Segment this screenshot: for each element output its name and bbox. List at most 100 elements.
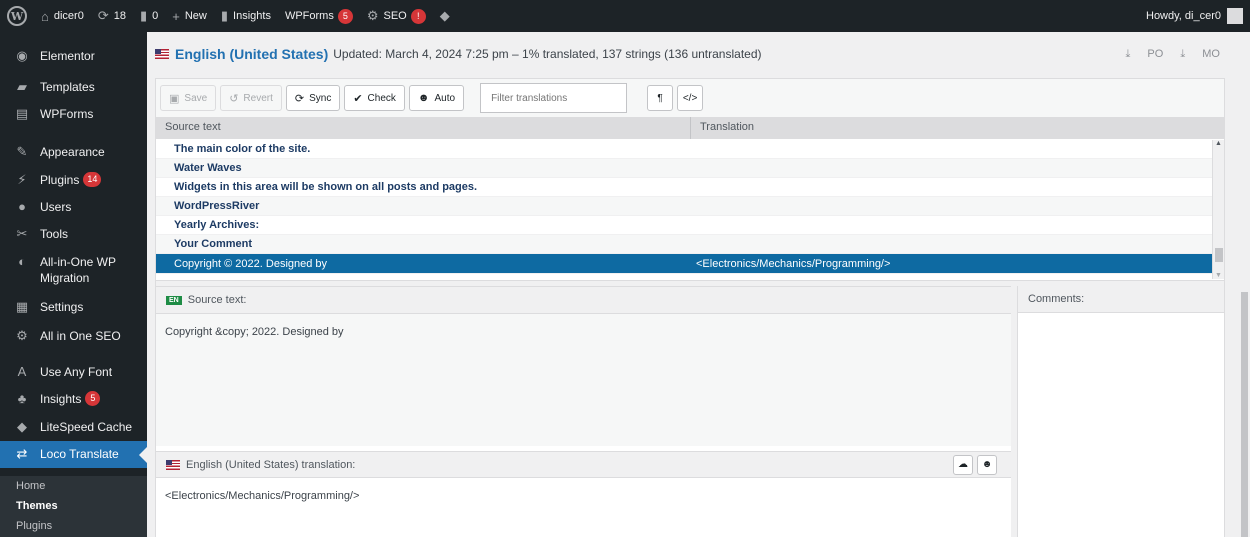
scroll-down-icon[interactable]: ▼ (1215, 272, 1222, 279)
updates-menu[interactable]: ⟳ 18 (91, 0, 133, 32)
table-row-selected[interactable]: Copyright © 2022. Designed by <Electronic… (156, 254, 1224, 274)
sidebar-item-use-any-font[interactable]: A Use Any Font (0, 364, 147, 380)
column-source-text[interactable]: Source text (156, 117, 691, 139)
sidebar-item-settings[interactable]: ▦ Settings (0, 299, 147, 315)
wpforms-label: WPForms (284, 10, 334, 22)
sidebar-item-plugins[interactable]: ⚡ Plugins 14 (0, 172, 147, 188)
row-translation (691, 216, 696, 234)
sidebar-item-label: Use Any Font (40, 365, 113, 379)
migration-icon: ◐ (18, 254, 26, 269)
sidebar-item-label: Elementor (40, 49, 95, 63)
source-text-pane: EN Source text: Copyright &copy; 2022. D… (156, 286, 1011, 446)
translation-textarea[interactable]: <Electronics/Mechanics/Programming/> (156, 478, 1011, 514)
row-translation (691, 140, 696, 158)
table-row[interactable]: Yearly Archives: (156, 216, 1224, 235)
sidebar-item-label: Templates (40, 80, 95, 94)
litespeed-menu[interactable]: ◆ (433, 0, 462, 32)
revert-button[interactable]: ↺ Revert (220, 85, 282, 111)
row-translation (691, 235, 696, 253)
howdy-text: Howdy, di_cer0 (1146, 10, 1221, 22)
admin-sidebar: ◉ Elementor ▰ Templates ▤ WPForms ✎ Appearan… (0, 32, 147, 537)
insights-badge: 5 (85, 391, 101, 406)
row-source: Copyright © 2022. Designed by (174, 258, 328, 270)
form-icon: ▤ (15, 106, 29, 121)
translate-icon: ⇄ (16, 446, 28, 461)
row-source: Your Comment (174, 238, 253, 250)
row-source: WordPressRiver (174, 200, 260, 212)
seo-icon: ⚙ (16, 328, 28, 343)
download-mo-button[interactable]: ⤓ MO (1180, 48, 1220, 60)
seo-menu[interactable]: ⚙ SEO! (360, 0, 433, 32)
home-icon: ⌂ (41, 8, 49, 24)
site-name-menu[interactable]: ⌂ dicer0 (34, 0, 91, 32)
sidebar-item-tools[interactable]: ✂ Tools (0, 226, 147, 242)
sidebar-item-all-in-one-seo[interactable]: ⚙ All in One SEO (0, 328, 147, 344)
insights-menu[interactable]: ▮ Insights (214, 0, 278, 32)
invisibles-toggle-button[interactable]: ¶ (647, 85, 674, 111)
translation-tools: ☁ ☻ (953, 454, 1001, 475)
save-button[interactable]: ▣ Save (160, 85, 217, 111)
translation-editor: ▣ Save ↺ Revert ⟳ Sync ✔ Check ☻ Auto ¶ </> S… (155, 78, 1225, 537)
table-row[interactable]: The main color of the site. (156, 140, 1224, 159)
table-row[interactable]: WordPressRiver (156, 197, 1224, 216)
us-flag-icon (166, 459, 180, 470)
comments-pane-title: Comments: (1018, 286, 1224, 313)
page-scrollbar[interactable] (1238, 32, 1250, 537)
scroll-up-icon[interactable]: ▲ (1215, 140, 1222, 147)
column-translation[interactable]: Translation (691, 117, 754, 139)
translation-pane-header: English (United States) translation: ☁ ☻ (156, 451, 1011, 478)
cloud-icon[interactable]: ☁ (953, 454, 973, 475)
sidebar-item-label: WPForms (40, 107, 94, 121)
list-scrollbar[interactable]: ▲ ▼ (1212, 140, 1224, 279)
sidebar-item-label: Loco Translate (40, 447, 119, 461)
submenu-item-plugins[interactable]: Plugins (0, 516, 147, 536)
sidebar-item-label: Insights (40, 392, 82, 406)
wpforms-menu[interactable]: WPForms 5 (278, 0, 360, 32)
auto-translate-button[interactable]: ☻ Auto (408, 85, 465, 111)
download-links: ⤓ PO ⤓ MO (1111, 48, 1220, 61)
diamond-icon: ◆ (439, 8, 450, 23)
sidebar-item-users[interactable]: ● Users (0, 199, 147, 215)
submenu-item-home[interactable]: Home (0, 476, 147, 496)
file-header: English (United States) Updated: March 4… (155, 46, 1220, 62)
comments-pane: Comments: (1017, 286, 1224, 537)
plus-icon: + (172, 8, 180, 24)
comments-menu[interactable]: ▮ 0 (133, 0, 165, 32)
table-row[interactable]: Widgets in this area will be shown on al… (156, 178, 1224, 197)
download-po-button[interactable]: ⤓ PO (1125, 48, 1163, 60)
table-row[interactable]: Water Waves (156, 159, 1224, 178)
sync-button[interactable]: ⟳ Sync (285, 85, 341, 111)
sidebar-item-elementor[interactable]: ◉ Elementor (0, 48, 147, 64)
table-row[interactable]: Your Comment (156, 235, 1224, 254)
row-source: Water Waves (174, 162, 242, 174)
check-button[interactable]: ✔ Check (344, 85, 405, 111)
code-view-toggle-button[interactable]: </> (677, 85, 704, 111)
save-icon: ▣ (169, 92, 180, 105)
translation-pane-title: English (United States) translation: (186, 458, 356, 471)
sidebar-item-loco-translate[interactable]: ⇄ Loco Translate (0, 441, 147, 468)
updates-icon: ⟳ (97, 8, 109, 23)
my-account-menu[interactable]: Howdy, di_cer0 (1139, 0, 1250, 32)
sidebar-item-litespeed-cache[interactable]: ◆ LiteSpeed Cache (0, 419, 147, 435)
sidebar-item-appearance[interactable]: ✎ Appearance (0, 144, 147, 160)
row-source: Yearly Archives: (174, 219, 260, 231)
sidebar-item-label: Settings (40, 300, 84, 314)
seo-badge: ! (410, 8, 426, 24)
page-scrollbar-thumb[interactable] (1241, 292, 1248, 537)
sidebar-item-insights[interactable]: ♣ Insights 5 (0, 391, 147, 407)
wp-logo-menu[interactable]: W (0, 0, 34, 32)
editor-toolbar: ▣ Save ↺ Revert ⟳ Sync ✔ Check ☻ Auto ¶ </> (156, 79, 1224, 117)
locale-link[interactable]: English (United States) (175, 46, 328, 62)
source-pane-header: EN Source text: (156, 287, 1011, 314)
paintbrush-icon: ✎ (16, 144, 28, 159)
filter-translations-input[interactable] (480, 83, 628, 113)
sidebar-item-templates[interactable]: ▰ Templates (0, 79, 147, 95)
sidebar-item-wpforms[interactable]: ▤ WPForms (0, 106, 147, 122)
submenu-item-themes[interactable]: Themes (0, 496, 147, 516)
robot-icon[interactable]: ☻ (977, 454, 997, 475)
sidebar-item-all-in-one-wp-migration[interactable]: ◐ All-in-One WP Migration (0, 254, 147, 286)
new-content-menu[interactable]: + New (165, 0, 214, 32)
scrollbar-thumb[interactable] (1215, 248, 1223, 262)
list-header: Source text Translation (156, 117, 1224, 139)
sync-icon: ⟳ (294, 92, 305, 105)
